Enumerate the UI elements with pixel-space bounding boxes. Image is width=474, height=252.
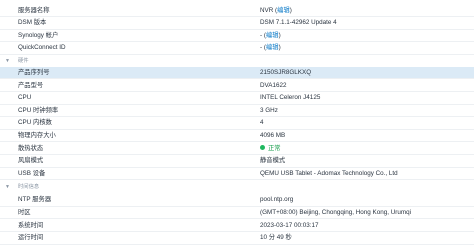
status-ok-dot-icon <box>260 145 265 151</box>
ntp-value: pool.ntp.org <box>260 196 294 204</box>
cpu-cores-label: CPU 内核数 <box>18 119 52 127</box>
serial-label: 产品序列号 <box>18 69 50 76</box>
memory-value: 4096 MB <box>260 132 286 139</box>
time-section-title: 时间信息 <box>18 184 40 190</box>
row-model: 产品型号 DVA1622 <box>0 80 474 92</box>
synology-account-label: Synology 帐户 <box>18 31 59 39</box>
row-usb-device: USB 设备 QEMU USB Tablet - Adomax Technolo… <box>0 168 474 181</box>
row-cpu: CPU INTEL Celeron J4125 <box>0 92 474 105</box>
model-value: DVA1622 <box>260 81 287 89</box>
hardware-section-header[interactable]: ▼ 硬件 <box>0 56 474 66</box>
row-server-name: 服务器名称 NVR (编辑) <box>0 5 474 18</box>
server-name-value-group: NVR (编辑) <box>260 7 292 14</box>
quickconnect-id-value: - <box>260 44 263 52</box>
cpu-cores-value: 4 <box>260 119 264 127</box>
system-time-label: 系统时间 <box>18 221 44 229</box>
fan-mode-label: 风扇模式 <box>18 157 44 165</box>
row-system-time: 系统时间 2023-03-17 00:03:17 <box>0 220 474 232</box>
thermal-label: 散热状态 <box>18 144 44 152</box>
dsm-version-value: DSM 7.1.1-42962 Update 4 <box>260 19 337 27</box>
row-timezone: 时区 (GMT+08:00) Beijing, Chongqing, Hong … <box>0 207 474 220</box>
row-serial-number: 产品序列号 2150SJR8GLKXQ <box>0 67 474 80</box>
usb-value: QEMU USB Tablet - Adomax Technology Co.,… <box>260 169 398 177</box>
time-section-header[interactable]: ▼ 时间信息 <box>0 182 474 192</box>
fan-mode-value: 静音模式 <box>260 157 286 165</box>
row-cpu-cores: CPU 内核数 4 <box>0 117 474 130</box>
row-synology-account: Synology 帐户 - (编辑) <box>0 30 474 43</box>
uptime-label: 运行时间 <box>18 234 44 242</box>
cpu-value: INTEL Celeron J4125 <box>260 94 321 102</box>
cpu-label: CPU <box>18 94 32 102</box>
timezone-label: 时区 <box>18 209 31 216</box>
synology-account-value: - <box>260 31 263 39</box>
row-uptime: 运行时间 10 分 49 秒 <box>0 232 474 245</box>
row-thermal-status: 散热状态 正常 <box>0 143 474 155</box>
edit-quickconnect-id-link[interactable]: 编辑 <box>266 44 279 51</box>
thermal-value: 正常 <box>268 144 281 152</box>
row-cpu-clock: CPU 时钟频率 3 GHz <box>0 105 474 118</box>
model-label: 产品型号 <box>18 81 44 89</box>
timezone-value: (GMT+08:00) Beijing, Chongqing, Hong Kon… <box>260 209 412 216</box>
row-memory: 物理内存大小 4096 MB <box>0 130 474 143</box>
hardware-section-title: 硬件 <box>18 58 29 64</box>
chevron-down-icon: ▼ <box>5 58 10 64</box>
uptime-value: 10 分 49 秒 <box>260 234 292 242</box>
chevron-down-icon: ▼ <box>5 184 10 190</box>
row-fan-mode: 风扇模式 静音模式 <box>0 155 474 168</box>
memory-label: 物理内存大小 <box>18 132 56 139</box>
system-time-value: 2023-03-17 00:03:17 <box>260 221 319 229</box>
server-name-value: NVR <box>260 7 274 14</box>
ntp-label: NTP 服务器 <box>18 196 52 204</box>
usb-label: USB 设备 <box>18 169 46 177</box>
cpu-clock-value: 3 GHz <box>260 106 278 114</box>
cpu-clock-label: CPU 时钟频率 <box>18 106 59 114</box>
edit-server-name-link[interactable]: 编辑 <box>277 7 290 14</box>
thermal-value-group: 正常 <box>260 145 281 153</box>
row-quickconnect-id: QuickConnect ID - (编辑) <box>0 42 474 55</box>
quickconnect-id-value-group: - (编辑) <box>260 44 281 52</box>
serial-value: 2150SJR8GLKXQ <box>260 69 312 76</box>
dsm-version-label: DSM 版本 <box>18 19 47 27</box>
quickconnect-id-label: QuickConnect ID <box>18 44 66 52</box>
info-center-general-panel: 服务器名称 NVR (编辑) DSM 版本 DSM 7.1.1-42962 Up… <box>0 0 474 252</box>
synology-account-value-group: - (编辑) <box>260 31 281 39</box>
edit-synology-account-link[interactable]: 编辑 <box>266 32 279 39</box>
row-dsm-version: DSM 版本 DSM 7.1.1-42962 Update 4 <box>0 17 474 30</box>
server-name-label: 服务器名称 <box>18 7 50 14</box>
row-ntp-server: NTP 服务器 pool.ntp.org <box>0 194 474 207</box>
